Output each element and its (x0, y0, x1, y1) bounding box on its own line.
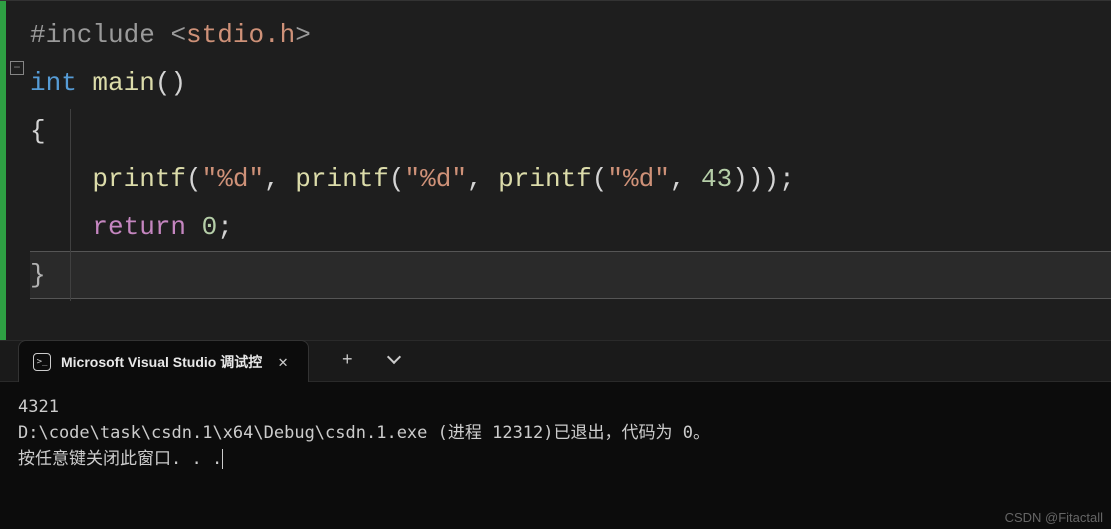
code-line-1: #include <stdio.h> (30, 11, 1111, 59)
code-line-2: int main() (30, 59, 1111, 107)
code-line-5: return 0; (30, 203, 1111, 251)
code-line-3: { (30, 107, 1111, 155)
terminal-tab-title: Microsoft Visual Studio 调试控 (61, 352, 262, 372)
tab-dropdown-button[interactable] (381, 347, 407, 375)
output-line: D:\code\task\csdn.1\x64\Debug\csdn.1.exe… (18, 420, 1093, 446)
code-line-4: printf("%d", printf("%d", printf("%d", 4… (30, 155, 1111, 203)
current-line-highlight (30, 251, 1111, 299)
terminal-cursor (222, 449, 223, 469)
code-editor[interactable]: − #include <stdio.h> int main() { printf… (0, 0, 1111, 340)
terminal-tab[interactable]: >_ Microsoft Visual Studio 调试控 ✕ (18, 340, 309, 382)
close-icon[interactable]: ✕ (272, 350, 294, 374)
terminal-icon: >_ (33, 353, 51, 371)
terminal-output[interactable]: 4321 D:\code\task\csdn.1\x64\Debug\csdn.… (0, 382, 1111, 484)
tab-actions: + (334, 347, 407, 375)
terminal-tab-bar: >_ Microsoft Visual Studio 调试控 ✕ + (0, 340, 1111, 382)
output-line: 按任意键关闭此窗口. . . (18, 446, 1093, 472)
terminal-panel: >_ Microsoft Visual Studio 调试控 ✕ + 4321 … (0, 340, 1111, 529)
change-indicator-bar (0, 1, 6, 341)
watermark: CSDN @Fitactall (1005, 510, 1103, 525)
chevron-down-icon (387, 350, 401, 364)
fold-minus-icon[interactable]: − (10, 61, 24, 75)
new-tab-button[interactable]: + (334, 347, 361, 375)
output-line: 4321 (18, 394, 1093, 420)
